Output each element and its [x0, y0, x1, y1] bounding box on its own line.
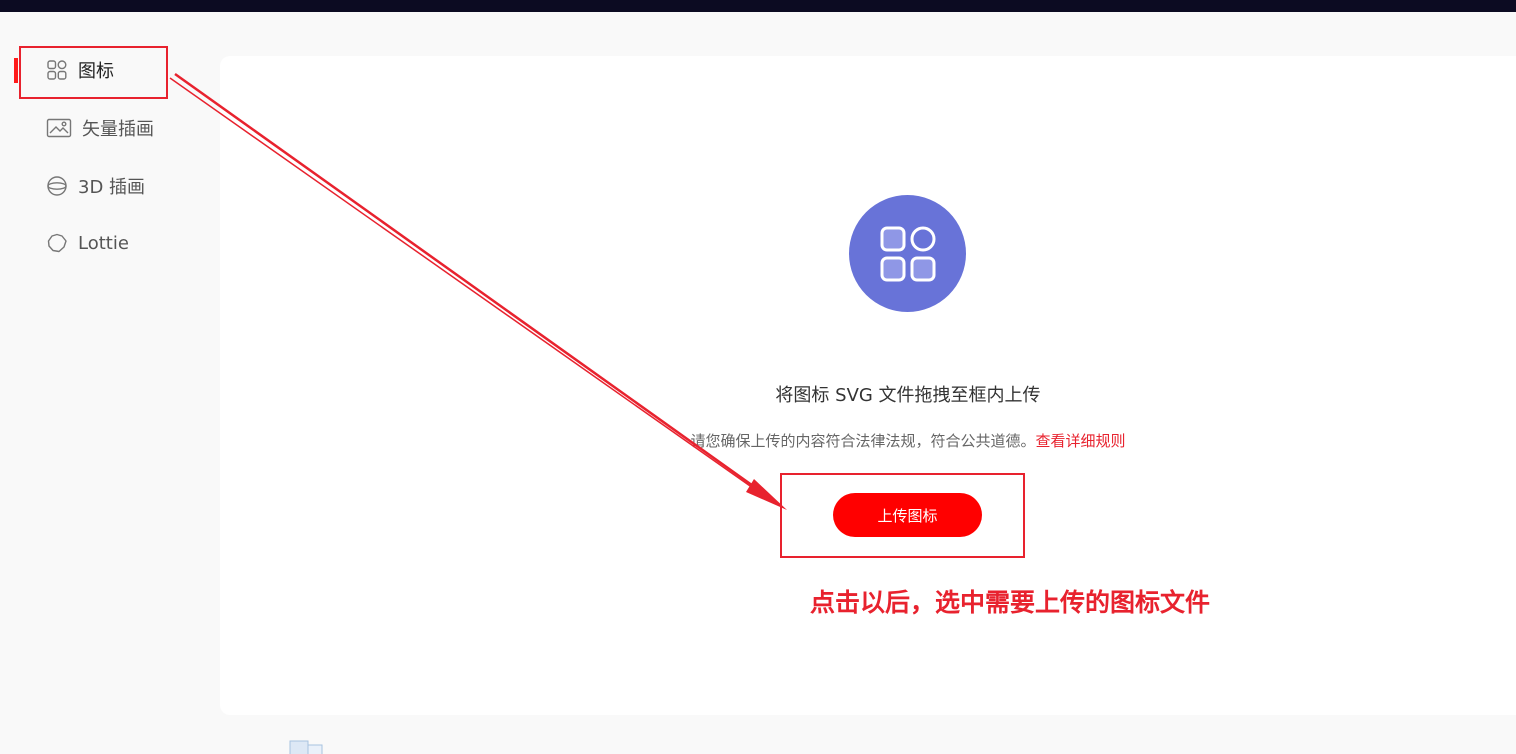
icon-category-badge [849, 195, 966, 312]
notice-text: 请您确保上传的内容符合法律法规，符合公共道德。 [690, 432, 1036, 450]
annotation-box-sidebar [19, 46, 168, 99]
sidebar-item-vector-illustration[interactable]: 矢量插画 [46, 114, 154, 142]
sidebar-item-label: 矢量插画 [82, 119, 154, 140]
annotation-instruction: 点击以后，选中需要上传的图标文件 [810, 588, 1211, 617]
image-icon [46, 118, 72, 138]
rules-link[interactable]: 查看详细规则 [1036, 432, 1126, 450]
sidebar-item-label: Lottie [78, 232, 129, 254]
compliance-notice: 请您确保上传的内容符合法律法规，符合公共道德。查看详细规则 [558, 430, 1258, 451]
top-bar [0, 0, 1516, 12]
annotation-box-button [780, 473, 1025, 558]
grid-icon [880, 226, 935, 281]
sphere-icon [47, 176, 67, 196]
lottie-icon [47, 233, 67, 253]
sidebar-item-label: 3D 插画 [78, 177, 146, 198]
document-icon [289, 740, 323, 754]
sidebar-item-lottie[interactable]: Lottie [46, 229, 129, 257]
active-indicator [14, 58, 18, 83]
dropzone-title: 将图标 SVG 文件拖拽至框内上传 [775, 385, 1041, 406]
sidebar-item-3d-illustration[interactable]: 3D 插画 [46, 172, 145, 200]
